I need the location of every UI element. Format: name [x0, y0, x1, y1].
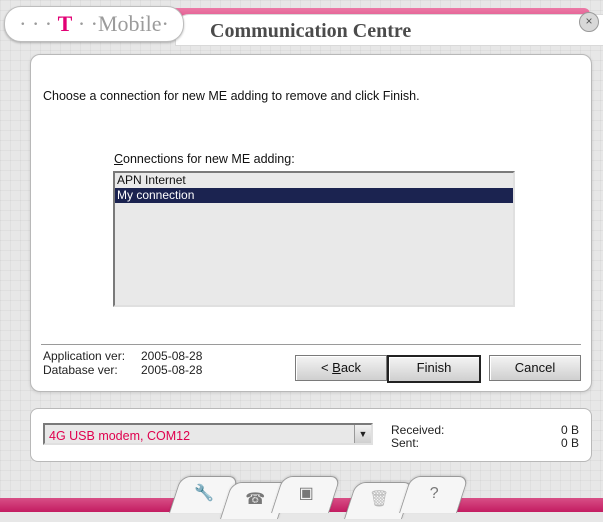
connections-label-access-key: C [114, 152, 124, 166]
modem-panel: 4G USB modem, COM12 ▼ Received: Sent: 0 … [30, 408, 592, 462]
cancel-button[interactable]: Cancel [489, 355, 581, 381]
list-item-my-connection[interactable]: My connection [115, 188, 513, 203]
db-version-value: 2005-08-28 [141, 363, 203, 377]
finish-button[interactable]: Finish [387, 355, 481, 383]
list-item-apn-internet[interactable]: APN Internet [115, 173, 513, 188]
brand-logo: · · · T · ·Mobile· [4, 6, 184, 42]
bottom-base [0, 512, 603, 522]
brand-t: T [57, 11, 73, 36]
sent-value: 0 B [560, 436, 579, 450]
app-version-value: 2005-08-28 [141, 349, 203, 363]
instruction-text: Choose a connection for new ME adding to… [43, 89, 420, 103]
back-button-access-key: B [332, 360, 341, 375]
mobile-device-icon: ▣ [298, 485, 314, 502]
back-button-prefix: < [320, 360, 333, 375]
connections-listbox[interactable]: APN Internet My connection [113, 171, 515, 307]
help-icon: ? [429, 485, 439, 502]
device-tab[interactable]: ▣ [270, 476, 342, 513]
db-version: Database ver: 2005-08-28 [43, 363, 202, 377]
back-button[interactable]: < Back [295, 355, 387, 381]
modem-select-value: 4G USB modem, COM12 [49, 429, 191, 443]
divider [41, 344, 581, 345]
received-value: 0 B [560, 423, 579, 437]
app-version-label: Application ver: [43, 349, 126, 363]
bottom-toolbar: 🔧 ☎ ▣ 🗑 ? [0, 470, 603, 522]
help-tab[interactable]: ? [398, 476, 470, 513]
received-label: Received: [391, 423, 445, 437]
db-version-label: Database ver: [43, 363, 118, 377]
title-bar: · · · T · ·Mobile· Communication Centre … [0, 0, 603, 46]
modem-select[interactable]: 4G USB modem, COM12 ▼ [43, 423, 373, 445]
app-version: Application ver: 2005-08-28 [43, 349, 202, 363]
back-button-text: ack [340, 360, 362, 375]
brand-mid: · · [77, 11, 98, 36]
window-title: Communication Centre [210, 20, 412, 42]
wizard-panel: Choose a connection for new ME adding to… [30, 54, 592, 392]
brand-dots: · · · [19, 11, 53, 36]
chevron-down-icon[interactable]: ▼ [354, 425, 371, 443]
app-window: · · · T · ·Mobile· Communication Centre … [0, 0, 603, 522]
close-button[interactable]: × [579, 12, 599, 32]
brand-name: Mobile [97, 11, 162, 36]
connections-label-text: onnections for new ME adding: [123, 152, 295, 166]
connections-label: Connections for new ME adding: [114, 152, 295, 166]
brand-end: · [161, 11, 169, 36]
sent-label: Sent: [391, 436, 420, 450]
